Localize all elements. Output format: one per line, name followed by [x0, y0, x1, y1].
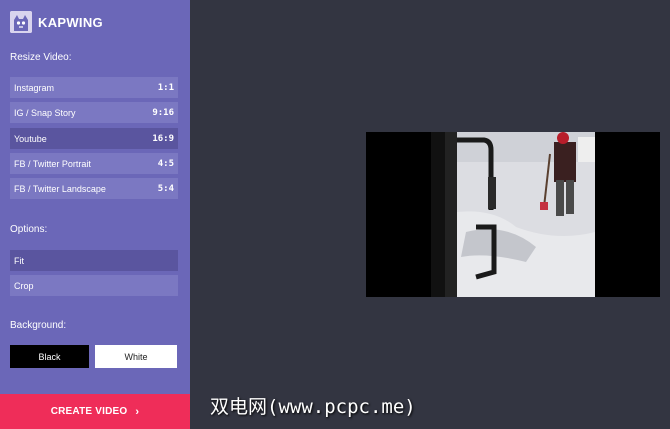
options-heading: Options: [10, 224, 48, 235]
resize-option-instagram[interactable]: Instagram 1:1 [10, 77, 178, 98]
option-fit[interactable]: Fit [10, 250, 178, 271]
background-white-button[interactable]: White [95, 345, 177, 368]
video-frame [366, 132, 660, 297]
resize-option-label: IG / Snap Story [14, 107, 76, 118]
video-preview[interactable] [366, 132, 660, 297]
sidebar: KAPWING Resize Video: Instagram 1:1 IG /… [0, 0, 190, 429]
option-label: Fit [14, 255, 24, 266]
create-video-button[interactable]: CREATE VIDEO › [0, 394, 190, 429]
resize-option-ig-snap-story[interactable]: IG / Snap Story 9:16 [10, 102, 178, 123]
background-heading: Background: [10, 320, 67, 331]
option-label: Crop [14, 280, 34, 291]
watermark-text: 双电网(www.pcpc.me) [210, 396, 416, 418]
resize-option-label: FB / Twitter Portrait [14, 158, 91, 169]
resize-option-fb-twitter-portrait[interactable]: FB / Twitter Portrait 4:5 [10, 153, 178, 174]
resize-option-label: Youtube [14, 133, 47, 144]
resize-option-ratio: 5:4 [157, 183, 174, 194]
resize-option-ratio: 9:16 [152, 107, 174, 118]
resize-option-label: FB / Twitter Landscape [14, 183, 106, 194]
background-black-button[interactable]: Black [10, 345, 89, 368]
resize-option-label: Instagram [14, 82, 55, 93]
resize-option-ratio: 16:9 [152, 133, 174, 144]
brand-header: KAPWING [10, 10, 103, 34]
resize-option-fb-twitter-landscape[interactable]: FB / Twitter Landscape 5:4 [10, 178, 178, 199]
create-video-label: CREATE VIDEO [50, 406, 128, 417]
kapwing-logo-icon [10, 11, 32, 33]
option-crop[interactable]: Crop [10, 275, 178, 296]
resize-option-ratio: 4:5 [157, 158, 174, 169]
resize-option-youtube[interactable]: Youtube 16:9 [10, 128, 178, 149]
chevron-right-icon: › [135, 405, 140, 418]
resize-option-ratio: 1:1 [157, 82, 174, 93]
brand-name: KAPWING [38, 14, 103, 30]
resize-video-heading: Resize Video: [10, 52, 72, 63]
